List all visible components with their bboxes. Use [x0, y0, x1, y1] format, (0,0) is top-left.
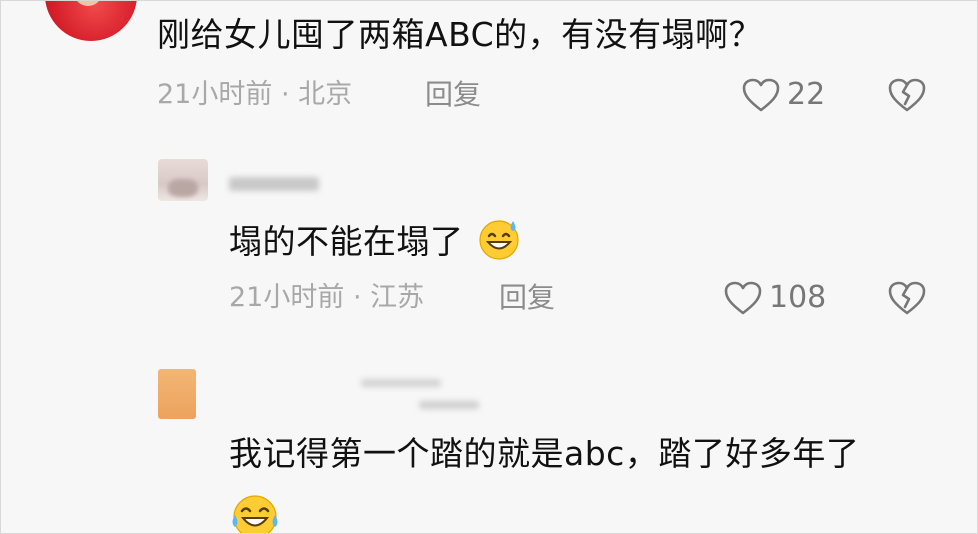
broken-heart-icon: [888, 281, 926, 315]
comment-thread: 刚给女儿囤了两箱ABC的，有没有塌啊？ 21小时前 · 北京 回复 22 塌的不…: [0, 0, 978, 534]
comment-meta: 21小时前 · 江苏: [229, 282, 425, 313]
comment-meta: 21小时前 · 北京: [157, 79, 353, 110]
comment-text: 刚给女儿囤了两箱ABC的，有没有塌啊？: [157, 15, 763, 54]
avatar[interactable]: [158, 159, 208, 201]
sweat-smile-emoji: [475, 217, 523, 270]
username-redacted: [419, 401, 479, 409]
comment-text-body: 塌的不能在塌了: [229, 222, 464, 261]
reply-button[interactable]: 回复: [425, 79, 481, 111]
reply-button[interactable]: 回复: [499, 282, 555, 314]
avatar[interactable]: [158, 369, 196, 419]
comment-text: 我记得第一个踏的就是abc，踏了好多年了: [229, 434, 860, 473]
dislike-button[interactable]: [887, 280, 927, 316]
like-count: 108: [769, 280, 827, 315]
avatar-image: [168, 179, 198, 197]
username-redacted: [361, 379, 441, 387]
comment-text: 塌的不能在塌了: [229, 217, 523, 270]
avatar[interactable]: [45, 1, 137, 41]
broken-heart-icon: [888, 78, 926, 112]
dislike-button[interactable]: [887, 77, 927, 113]
like-count: 22: [787, 77, 826, 112]
heart-outline-icon: [724, 281, 762, 315]
like-button[interactable]: 22: [741, 77, 825, 113]
tears-of-joy-emoji: [229, 491, 281, 533]
like-button[interactable]: 108: [723, 280, 826, 316]
avatar-face: [75, 1, 101, 6]
heart-outline-icon: [742, 78, 780, 112]
username-redacted: [229, 177, 319, 191]
